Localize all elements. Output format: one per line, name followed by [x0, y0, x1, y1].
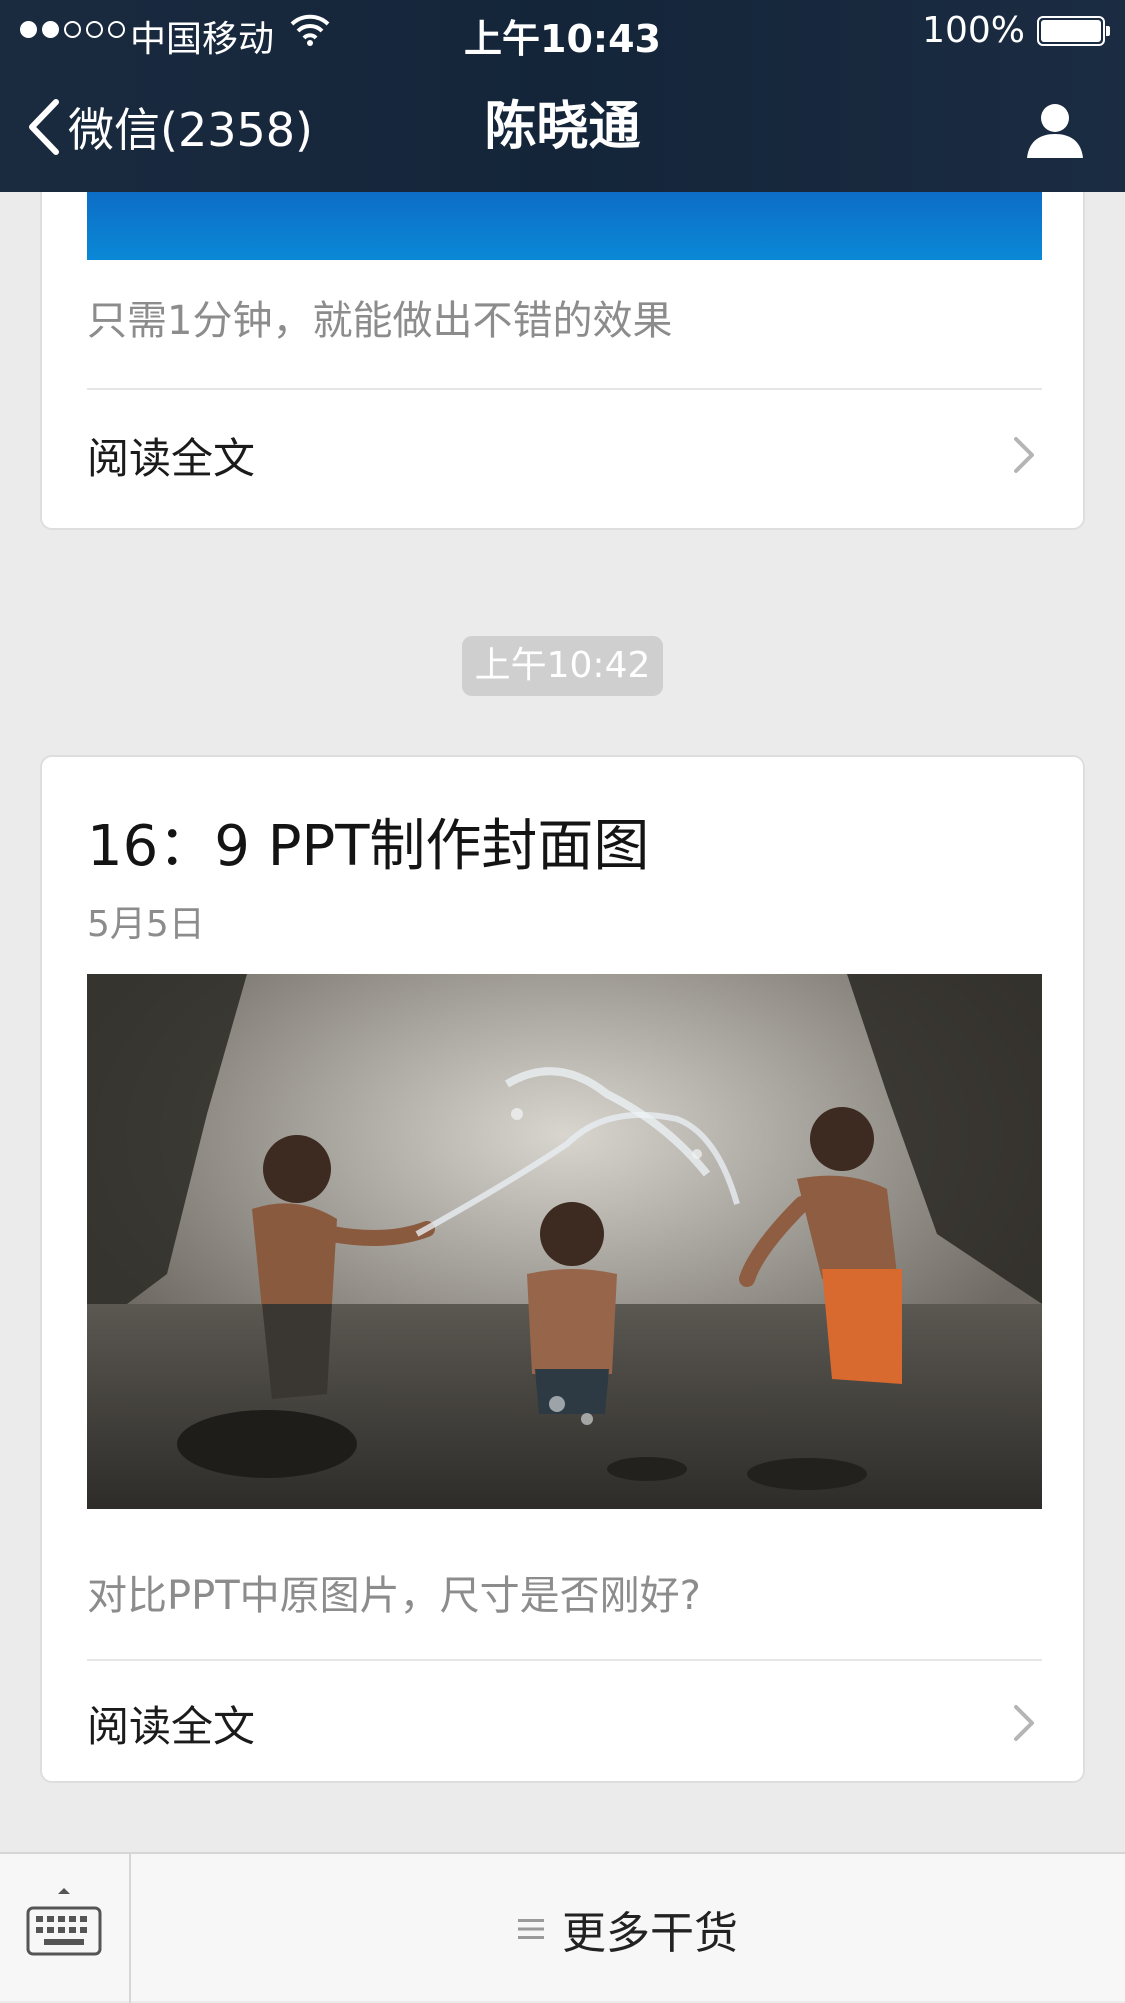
person-icon[interactable]: [1023, 98, 1087, 162]
timestamp-badge: 上午10:42: [462, 636, 663, 696]
back-label: 微信(2358): [68, 103, 313, 157]
article-card[interactable]: 16：9 PPT制作封面图 5月5日 对比PPT中原图片，尺寸是否刚好? 阅读全…: [40, 755, 1085, 1783]
battery-icon: [1037, 16, 1110, 46]
article-cover-image: [87, 974, 1042, 1509]
read-more-button[interactable]: 阅读全文: [42, 1661, 1083, 1785]
status-bar: 中国移动 上午10:43 100%: [0, 0, 1125, 62]
article-description: 对比PPT中原图片，尺寸是否刚好?: [87, 1573, 701, 1619]
keyboard-toggle-button[interactable]: [0, 1854, 131, 2003]
more-content-label: 更多干货: [562, 1907, 738, 1959]
top-bar: 中国移动 上午10:43 100% 微信(2358) 陈晓通: [0, 0, 1125, 192]
read-more-button[interactable]: 阅读全文: [42, 390, 1083, 520]
chevron-left-icon: [29, 99, 59, 155]
article-title: 16：9 PPT制作封面图: [87, 814, 650, 879]
article-card[interactable]: 只需1分钟，就能做出不错的效果 阅读全文: [40, 192, 1085, 530]
bottom-menu-bar: 更多干货: [0, 1852, 1125, 2003]
more-content-menu-button[interactable]: 更多干货: [131, 1854, 1125, 2003]
navigation-bar: 微信(2358) 陈晓通: [0, 62, 1125, 192]
chevron-right-icon: [1014, 1705, 1034, 1741]
back-button[interactable]: 微信(2358): [26, 92, 313, 162]
article-date: 5月5日: [87, 904, 205, 945]
battery-percentage: 100%: [922, 10, 1025, 51]
read-more-label: 阅读全文: [87, 1701, 256, 1751]
article-cover-image: [87, 192, 1042, 260]
keyboard-icon: [26, 1888, 102, 1956]
article-description: 只需1分钟，就能做出不错的效果: [87, 298, 673, 344]
menu-lines-icon: [518, 1918, 544, 1939]
message-list[interactable]: 只需1分钟，就能做出不错的效果 阅读全文 上午10:42 16：9 PPT制作封…: [0, 192, 1125, 1852]
read-more-label: 阅读全文: [87, 433, 256, 483]
chevron-right-icon: [1014, 437, 1034, 473]
